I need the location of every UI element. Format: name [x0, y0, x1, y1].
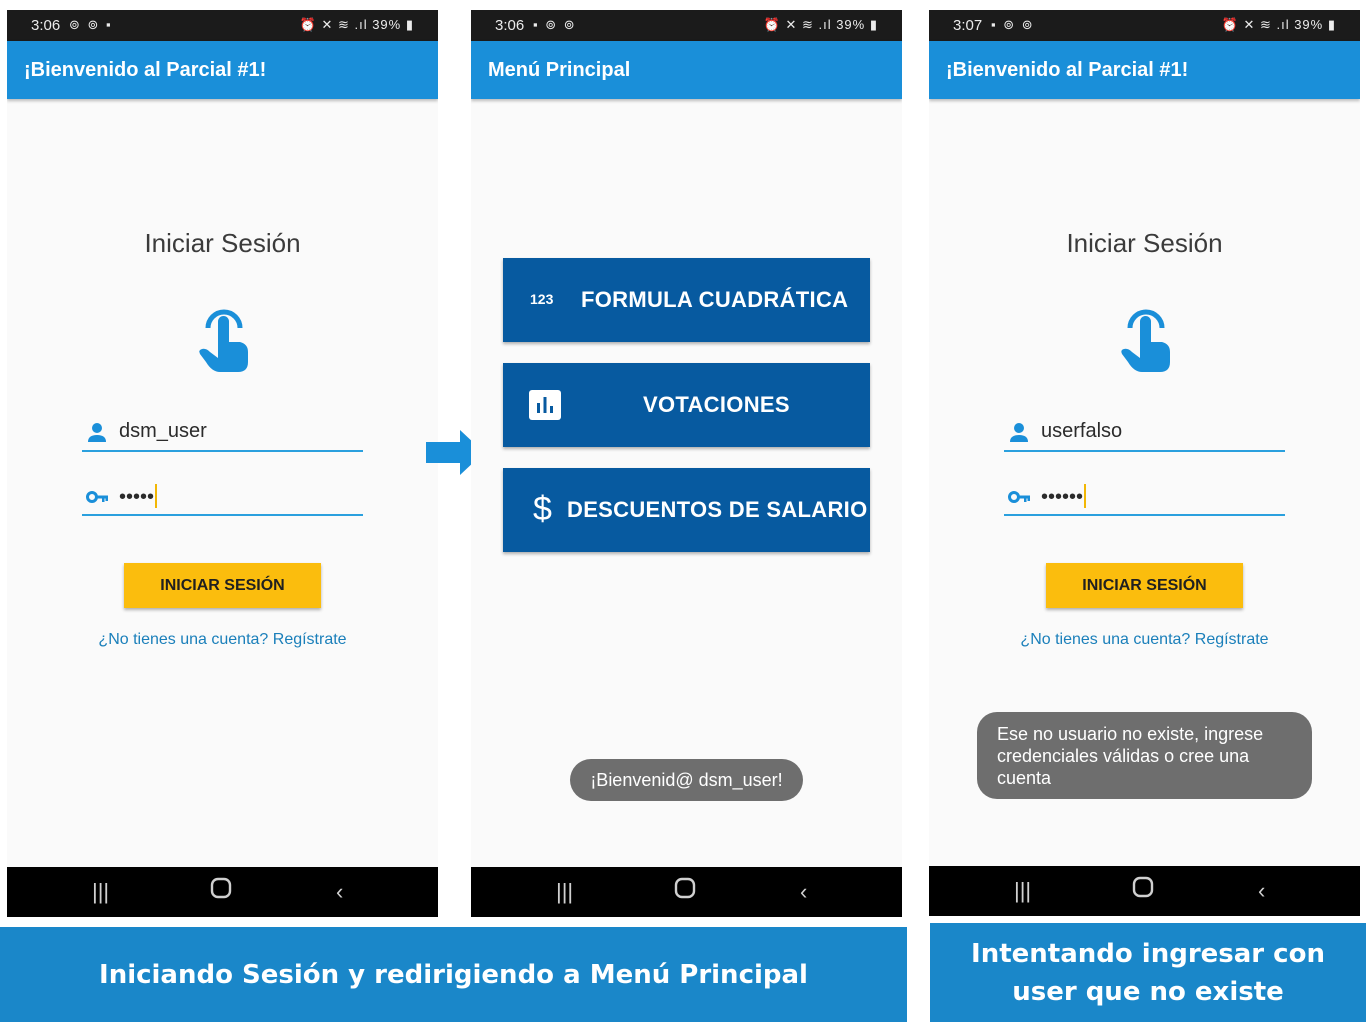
status-time: 3:06 — [31, 17, 61, 34]
navigation-bar: ||| ‹ — [7, 867, 438, 917]
password-dots: ••••• — [119, 486, 155, 508]
status-time: 3:06 — [495, 17, 525, 34]
notification-icons: ▪ ⊚ ⊚ — [991, 17, 1035, 32]
numbers-icon: 123 — [530, 291, 554, 307]
status-bar: 3:07 ▪ ⊚ ⊚ ⏰ ✕ ≋ .ıl 39% ▮ — [929, 10, 1360, 41]
text-cursor — [1084, 484, 1087, 508]
caption-line-2: user que no existe — [1012, 976, 1284, 1007]
caption-text: Iniciando Sesión y redirigiendo a Menú P… — [99, 959, 808, 990]
person-icon — [88, 423, 106, 442]
status-time: 3:07 — [953, 17, 983, 34]
app-bar: ¡Bienvenido al Parcial #1! — [7, 41, 438, 99]
descuentos-salario-button[interactable]: $ DESCUENTOS DE SALARIO — [503, 468, 870, 552]
app-bar: Menú Principal — [471, 41, 902, 99]
system-status-icons: ⏰ ✕ ≋ .ıl 39% ▮ — [1221, 17, 1336, 32]
login-button[interactable]: INICIAR SESIÓN — [124, 563, 321, 608]
votaciones-button[interactable]: VOTACIONES — [503, 363, 870, 447]
system-status-icons: ⏰ ✕ ≋ .ıl 39% ▮ — [299, 17, 414, 32]
menu-button-label: FORMULA CUADRÁTICA — [581, 287, 849, 312]
touch-hand-icon — [199, 309, 248, 372]
key-icon — [86, 491, 108, 503]
status-bar: 3:06 ▪ ⊚ ⊚ ⏰ ✕ ≋ .ıl 39% ▮ — [471, 10, 902, 41]
login-heading: Iniciar Sesión — [144, 228, 301, 258]
navigation-bar: ||| ‹ — [929, 866, 1360, 916]
password-value: ••••• — [119, 484, 158, 509]
touch-hand-icon — [1121, 309, 1170, 372]
register-link[interactable]: ¿No tienes una cuenta? Regístrate — [929, 631, 1360, 649]
recent-apps-icon[interactable]: ||| — [1014, 878, 1031, 904]
login-heading: Iniciar Sesión — [1066, 228, 1223, 258]
register-link[interactable]: ¿No tienes una cuenta? Regístrate — [7, 631, 438, 649]
password-value: •••••• — [1041, 484, 1087, 509]
caption-login-redirect: Iniciando Sesión y redirigiendo a Menú P… — [0, 927, 907, 1022]
text-cursor — [155, 484, 158, 508]
notification-icons: ▪ ⊚ ⊚ — [533, 17, 577, 32]
recent-apps-icon[interactable]: ||| — [556, 879, 573, 905]
recent-apps-icon[interactable]: ||| — [92, 879, 109, 905]
back-icon[interactable]: ‹ — [1258, 878, 1265, 904]
status-bar: 3:06 ⊚ ⊚ ▪ ⏰ ✕ ≋ .ıl 39% ▮ — [7, 10, 438, 41]
welcome-toast: ¡Bienvenid@ dsm_user! — [570, 759, 803, 801]
caption-failed-login: Intentando ingresar con user que no exis… — [930, 923, 1366, 1022]
formula-cuadratica-button[interactable]: 123 FORMULA CUADRÁTICA — [503, 258, 870, 342]
menu-button-label: VOTACIONES — [643, 392, 790, 417]
username-field[interactable]: userfalso — [1004, 412, 1285, 452]
password-dots: •••••• — [1041, 486, 1084, 508]
username-field[interactable]: dsm_user — [82, 412, 363, 452]
home-icon[interactable] — [210, 877, 232, 899]
dollar-icon: $ — [533, 490, 552, 528]
phone-failed-login-screen: 3:07 ▪ ⊚ ⊚ ⏰ ✕ ≋ .ıl 39% ▮ ¡Bienvenido a… — [929, 10, 1360, 916]
system-status-icons: ⏰ ✕ ≋ .ıl 39% ▮ — [763, 17, 878, 32]
back-icon[interactable]: ‹ — [336, 879, 343, 905]
notification-icons: ⊚ ⊚ ▪ — [69, 17, 113, 32]
app-bar-title: ¡Bienvenido al Parcial #1! — [946, 59, 1189, 81]
poll-icon — [529, 390, 561, 420]
username-value: userfalso — [1041, 420, 1123, 442]
app-bar-title: ¡Bienvenido al Parcial #1! — [24, 59, 267, 81]
home-icon[interactable] — [674, 877, 696, 899]
username-value: dsm_user — [119, 420, 207, 442]
phone-login-screen: 3:06 ⊚ ⊚ ▪ ⏰ ✕ ≋ .ıl 39% ▮ ¡Bienvenido a… — [7, 10, 438, 917]
menu-button-label: DESCUENTOS DE SALARIO — [567, 497, 868, 522]
key-icon — [1008, 491, 1030, 503]
back-icon[interactable]: ‹ — [800, 879, 807, 905]
app-bar-title: Menú Principal — [488, 59, 631, 81]
error-toast: Ese no usuario no existe, ingrese creden… — [977, 712, 1312, 799]
navigation-bar: ||| ‹ — [471, 867, 902, 917]
password-field[interactable]: ••••• — [82, 476, 363, 516]
phone-main-menu-screen: 3:06 ▪ ⊚ ⊚ ⏰ ✕ ≋ .ıl 39% ▮ Menú Principa… — [471, 10, 902, 917]
person-icon — [1010, 423, 1028, 442]
app-bar: ¡Bienvenido al Parcial #1! — [929, 41, 1360, 99]
caption-line-1: Intentando ingresar con — [971, 938, 1325, 969]
password-field[interactable]: •••••• — [1004, 476, 1285, 516]
login-button[interactable]: INICIAR SESIÓN — [1046, 563, 1243, 608]
home-icon[interactable] — [1132, 876, 1154, 898]
